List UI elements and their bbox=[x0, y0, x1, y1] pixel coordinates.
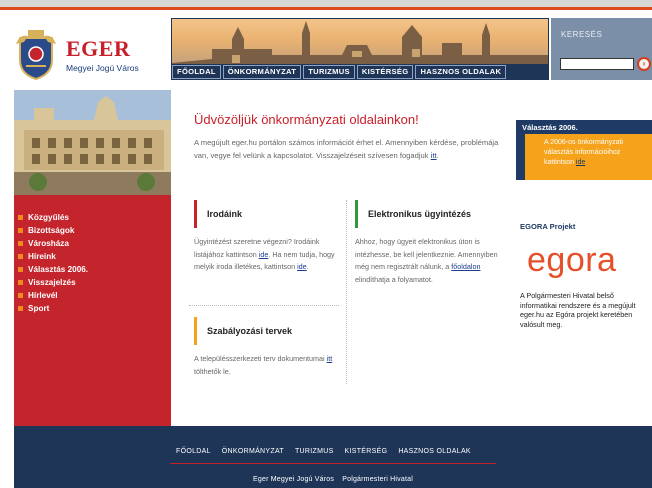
sidebar-item-sport[interactable]: Sport bbox=[14, 302, 171, 315]
egora-logo[interactable]: egora bbox=[527, 240, 616, 280]
sidebar-item-label: Városháza bbox=[28, 239, 69, 248]
bullet-icon bbox=[18, 254, 23, 259]
page-title: Üdvözöljük önkormányzati oldalainkon! bbox=[194, 112, 419, 127]
sidebar-item-label: Bizottságok bbox=[28, 226, 75, 235]
footer-divider bbox=[170, 463, 496, 464]
green-accent-bar bbox=[355, 200, 358, 228]
sidebar-item-news[interactable]: Híreink bbox=[14, 250, 171, 263]
electronic-text-2: elindíthatja a folyamatot. bbox=[355, 274, 433, 284]
sidebar-item-label: Sport bbox=[28, 304, 50, 313]
bullet-icon bbox=[18, 293, 23, 298]
bullet-icon bbox=[18, 267, 23, 272]
intro-text: A megújult eger.hu portálon számos infor… bbox=[194, 138, 499, 160]
right-column: Választás 2006. A 2006-os önkormányzati … bbox=[516, 80, 652, 426]
bullet-icon bbox=[18, 306, 23, 311]
footer-mayor-office[interactable]: Polgármesteri Hivatal bbox=[342, 476, 413, 483]
bullet-icon bbox=[18, 215, 23, 220]
sidebar-item-label: Híreink bbox=[28, 252, 56, 261]
main-nav: FŐOLDAL ÖNKORMÁNYZAT TURIZMUS KISTÉRSÉG … bbox=[171, 64, 549, 80]
main-content: Üdvözöljük önkormányzati oldalainkon! A … bbox=[171, 80, 516, 426]
search-panel: KERESÉS › bbox=[551, 18, 652, 80]
footer-link-useful-pages[interactable]: HASZNOS OLDALAK bbox=[398, 448, 471, 455]
bullet-icon bbox=[18, 241, 23, 246]
search-label: KERESÉS bbox=[561, 30, 603, 39]
electronic-text: Ahhoz, hogy ügyeit elektronikus úton is … bbox=[355, 236, 505, 286]
egora-title: EGORA Projekt bbox=[520, 222, 576, 231]
orange-accent-bar bbox=[194, 317, 197, 345]
plans-text: A településszerkezeti terv dokumentumai … bbox=[194, 353, 340, 378]
offices-title: Irodáink bbox=[207, 209, 243, 219]
election-body: A 2006-os önkormányzati választás inform… bbox=[525, 134, 652, 180]
electronic-title: Elektronikus ügyintézés bbox=[368, 209, 472, 219]
intro-body: A megújult eger.hu portálon számos infor… bbox=[194, 138, 499, 160]
feedback-link[interactable]: itt bbox=[431, 151, 437, 160]
sidebar-item-newsletter[interactable]: Hírlevél bbox=[14, 289, 171, 302]
search-go-icon: › bbox=[642, 59, 646, 68]
plans-download-link[interactable]: itt bbox=[327, 354, 333, 363]
row-divider bbox=[189, 305, 339, 306]
column-divider bbox=[346, 200, 347, 384]
nav-item-region[interactable]: KISTÉRSÉG bbox=[356, 65, 414, 79]
offices-list-link[interactable]: ide bbox=[259, 250, 269, 259]
plans-box: Szabályozási tervek A településszerkezet… bbox=[194, 317, 340, 378]
bullet-icon bbox=[18, 280, 23, 285]
footer: FŐOLDAL ÖNKORMÁNYZAT TURIZMUS KISTÉRSÉG … bbox=[14, 426, 652, 488]
election-panel: Választás 2006. A 2006-os önkormányzati … bbox=[516, 120, 652, 180]
plans-text-2: tölthetők le. bbox=[194, 366, 231, 376]
footer-link-home[interactable]: FŐOLDAL bbox=[176, 448, 211, 455]
nav-item-tourism[interactable]: TURIZMUS bbox=[303, 65, 355, 79]
footer-link-region[interactable]: KISTÉRSÉG bbox=[345, 448, 388, 455]
sidebar-item-label: Visszajelzés bbox=[28, 278, 76, 287]
offices-text-end: . bbox=[306, 262, 309, 271]
sidebar-item-label: Közgyűlés bbox=[28, 213, 69, 222]
electronic-box: Elektronikus ügyintézés Ahhoz, hogy ügye… bbox=[355, 200, 505, 286]
offices-text: Ügyintézést szeretne végezni? Irodáink l… bbox=[194, 236, 340, 274]
search-input[interactable] bbox=[560, 58, 634, 70]
sidebar-item-assembly[interactable]: Közgyűlés bbox=[14, 211, 171, 224]
election-title: Választás 2006. bbox=[522, 123, 578, 132]
sidebar-item-label: Hírlevél bbox=[28, 291, 58, 300]
site-logo[interactable]: EGER Megyei Jogú Város bbox=[14, 22, 164, 88]
sidebar-item-label: Választás 2006. bbox=[28, 265, 89, 274]
city-crest-icon bbox=[14, 30, 58, 81]
nav-item-government[interactable]: ÖNKORMÁNYZAT bbox=[222, 65, 302, 79]
footer-link-tourism[interactable]: TURIZMUS bbox=[295, 448, 334, 455]
sidebar-item-city-hall[interactable]: Városháza bbox=[14, 237, 171, 250]
search-button[interactable]: › bbox=[637, 57, 651, 71]
egora-description: A Polgármesteri Hivatal belső informatik… bbox=[520, 291, 636, 329]
sidebar-item-election[interactable]: Választás 2006. bbox=[14, 263, 171, 276]
footer-link-government[interactable]: ÖNKORMÁNYZAT bbox=[222, 448, 284, 455]
city-hall-photo bbox=[14, 90, 171, 195]
footer-nav: FŐOLDAL ÖNKORMÁNYZAT TURIZMUS KISTÉRSÉG … bbox=[176, 448, 471, 455]
red-accent-bar bbox=[194, 200, 197, 228]
footer-city-name[interactable]: Eger Megyei Jogú Város bbox=[253, 476, 334, 483]
top-strip bbox=[0, 0, 652, 10]
sidebar-item-feedback[interactable]: Visszajelzés bbox=[14, 276, 171, 289]
plans-text-1: A településszerkezeti terv dokumentumai bbox=[194, 354, 327, 363]
election-link[interactable]: ide bbox=[576, 159, 585, 166]
nav-item-useful-pages[interactable]: HASZNOS OLDALAK bbox=[415, 65, 507, 79]
logo-title: EGER bbox=[66, 35, 131, 61]
plans-title: Szabályozási tervek bbox=[207, 326, 293, 336]
offices-box: Irodáink Ügyintézést szeretne végezni? I… bbox=[194, 200, 340, 274]
offices-which-link[interactable]: ide bbox=[297, 262, 307, 271]
sidebar-menu: Közgyűlés Bizottságok Városháza Híreink … bbox=[14, 195, 171, 426]
logo-subtitle: Megyei Jogú Város bbox=[66, 62, 139, 73]
nav-item-home[interactable]: FŐOLDAL bbox=[172, 65, 221, 79]
bullet-icon bbox=[18, 228, 23, 233]
sidebar-item-committees[interactable]: Bizottságok bbox=[14, 224, 171, 237]
homepage-link[interactable]: főoldalon bbox=[451, 262, 480, 271]
footer-credits: Eger Megyei Jogú Város Polgármesteri Hiv… bbox=[14, 476, 652, 483]
